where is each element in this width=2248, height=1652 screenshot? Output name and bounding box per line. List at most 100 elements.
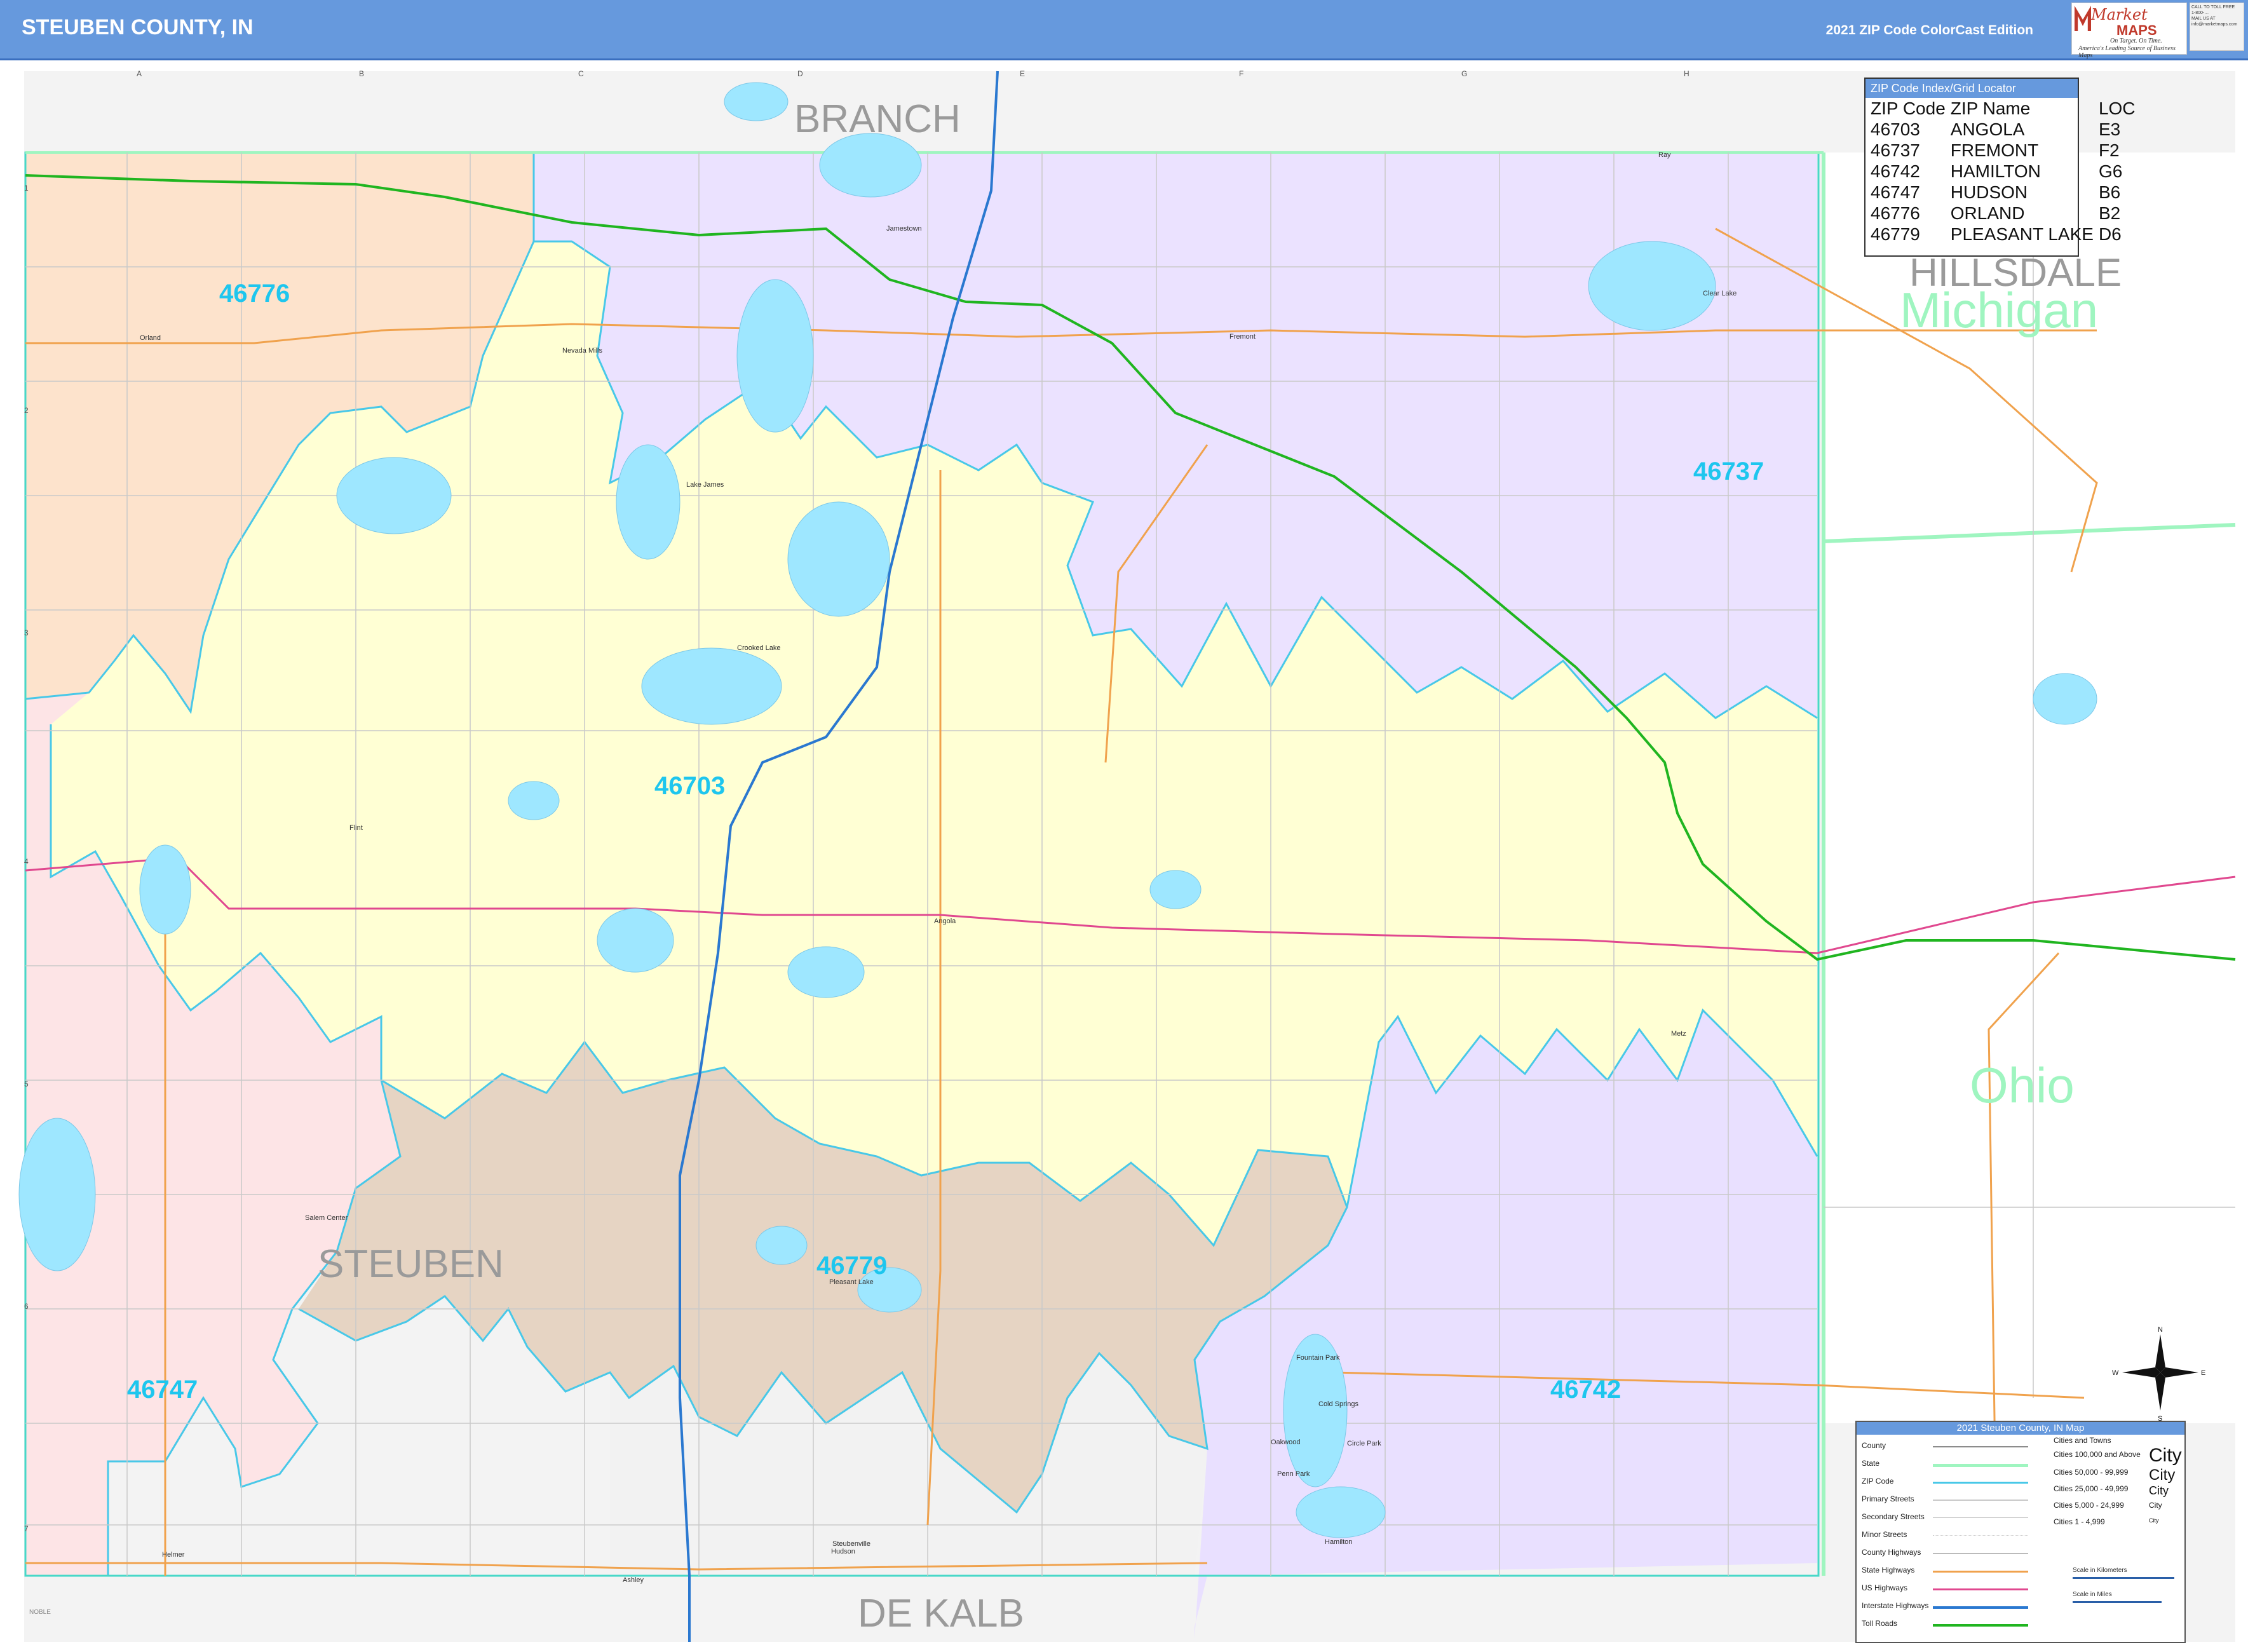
place-label: Oakwood <box>1271 1439 1300 1446</box>
place-label: Ashley <box>623 1576 644 1584</box>
legend-line-state-hwy <box>1933 1571 2028 1573</box>
compass-e-label: E <box>2201 1369 2205 1377</box>
loc-cell: D6 <box>2098 224 2122 244</box>
place-label: Metz <box>1671 1030 1686 1038</box>
legend-item: ZIP Code <box>1862 1477 1894 1486</box>
zip-cell: 46776 <box>1871 203 1920 223</box>
zip-cell: 46747 <box>1871 182 1920 202</box>
outside-county-area <box>1824 152 2235 1423</box>
legend-line-primary <box>1933 1500 2028 1501</box>
zip-label: 46779 <box>816 1252 887 1280</box>
table-row: 46776 ORLAND B2 <box>1868 203 2138 224</box>
place-label: Hamilton <box>1325 1538 1352 1546</box>
grid-row-label: 1 <box>24 184 29 193</box>
lake <box>787 501 890 617</box>
legend-item: County <box>1862 1441 1886 1450</box>
compass-n-label: N <box>2158 1326 2163 1334</box>
legend-line-toll <box>1933 1624 2028 1627</box>
grid-col-label: E <box>1020 69 1025 78</box>
legend-city-size: Cities 100,000 and Above <box>2054 1450 2141 1459</box>
name-cell: PLEASANT LAKE <box>1950 224 2094 244</box>
legend-line-county <box>1933 1446 2028 1447</box>
legend-item: State Highways <box>1862 1566 1915 1574</box>
legend-item: State <box>1862 1459 1880 1468</box>
grid-col-label: H <box>1684 69 1689 78</box>
legend-line-interstate <box>1933 1606 2028 1609</box>
compass-w-label: W <box>2112 1369 2119 1377</box>
place-label: Fremont <box>1229 333 1256 341</box>
loc-cell: F2 <box>2098 140 2120 160</box>
scale-km-label: Scale in Kilometers <box>2073 1567 2127 1574</box>
state-label-michigan: Michigan <box>1900 282 2098 338</box>
place-label: Nevada Mills <box>562 347 602 355</box>
legend-city-sample: City <box>2149 1484 2169 1497</box>
name-cell: ORLAND <box>1950 203 2025 223</box>
legend-cities-header: Cities and Towns <box>2054 1436 2111 1445</box>
zip-code-index: ZIP Code Index/Grid Locator ZIP Code ZIP… <box>1864 78 2136 257</box>
table-row: 46779 PLEASANT LAKE D6 <box>1868 224 2138 245</box>
name-cell: HUDSON <box>1950 182 2028 202</box>
neighbor-county-noble: NOBLE <box>29 1609 51 1616</box>
table-row: 46703 ANGOLA E3 <box>1868 119 2138 140</box>
grid-row-label: 7 <box>24 1524 29 1533</box>
place-label: Steubenville <box>832 1540 870 1548</box>
place-label: Crooked Lake <box>737 644 781 652</box>
place-label: Pleasant Lake <box>829 1278 874 1286</box>
neighbor-county-branch: BRANCH <box>794 97 961 141</box>
neighbor-county-dekalb: DE KALB <box>858 1592 1024 1635</box>
zip-cell: 46703 <box>1871 119 1920 139</box>
grid-row-label: 6 <box>24 1302 29 1311</box>
lake <box>755 1226 808 1265</box>
place-label: Fountain Park <box>1296 1354 1340 1362</box>
scale-mi-label: Scale in Miles <box>2073 1591 2112 1598</box>
legend-city-size: Cities 25,000 - 49,999 <box>2054 1484 2129 1493</box>
lake <box>724 82 789 121</box>
place-label: Clear Lake <box>1703 290 1737 297</box>
place-label: Cold Springs <box>1318 1400 1358 1408</box>
lake <box>736 279 814 433</box>
loc-cell: B6 <box>2098 182 2121 202</box>
zip-label: 46747 <box>127 1376 198 1404</box>
legend-item: Primary Streets <box>1862 1494 1914 1503</box>
lake <box>616 444 680 560</box>
place-label: Circle Park <box>1347 1440 1381 1447</box>
lake <box>18 1118 96 1271</box>
lake <box>1588 241 1716 331</box>
place-label: Jamestown <box>886 225 922 233</box>
zip-label: 46742 <box>1550 1376 1621 1404</box>
legend-city-sample: City <box>2149 1466 2176 1484</box>
column-header: LOC <box>2098 98 2136 118</box>
place-label: Penn Park <box>1277 1470 1310 1478</box>
place-label: Orland <box>140 334 161 342</box>
lake <box>139 844 191 935</box>
loc-cell: E3 <box>2098 119 2121 139</box>
place-label: Ray <box>1658 151 1671 159</box>
grid-col-label: C <box>578 69 584 78</box>
legend-city-sample: City <box>2149 1445 2182 1466</box>
legend-line-secondary <box>1933 1517 2028 1518</box>
grid-row-label: 5 <box>24 1080 29 1088</box>
name-cell: FREMONT <box>1950 140 2039 160</box>
place-label: Hudson <box>831 1548 855 1555</box>
grid-row-label: 3 <box>24 628 29 637</box>
grid-col-label: G <box>1461 69 1467 78</box>
grid-row-label: 4 <box>24 857 29 866</box>
column-header: ZIP Name <box>1950 98 2031 118</box>
lake <box>787 946 865 998</box>
grid-row-label: 2 <box>24 406 29 415</box>
table-row: 46742 HAMILTON G6 <box>1868 161 2138 182</box>
legend-item: Interstate Highways <box>1862 1601 1929 1610</box>
legend-title: 2021 Steuben County, IN Map <box>1857 1422 2184 1435</box>
legend-line-county-hwy <box>1933 1553 2028 1554</box>
place-label: Salem Center <box>305 1214 348 1222</box>
loc-cell: G6 <box>2098 161 2123 181</box>
zip-label: 46776 <box>219 280 290 308</box>
lake <box>336 457 452 534</box>
grid-col-label: D <box>797 69 803 78</box>
zip-label: 46737 <box>1693 457 1764 485</box>
zip-cell: 46779 <box>1871 224 1920 244</box>
legend-line-zip <box>1933 1482 2028 1484</box>
legend-line-state <box>1933 1464 2028 1467</box>
legend-line-minor <box>1933 1535 2028 1536</box>
legend-item: US Highways <box>1862 1583 1908 1592</box>
